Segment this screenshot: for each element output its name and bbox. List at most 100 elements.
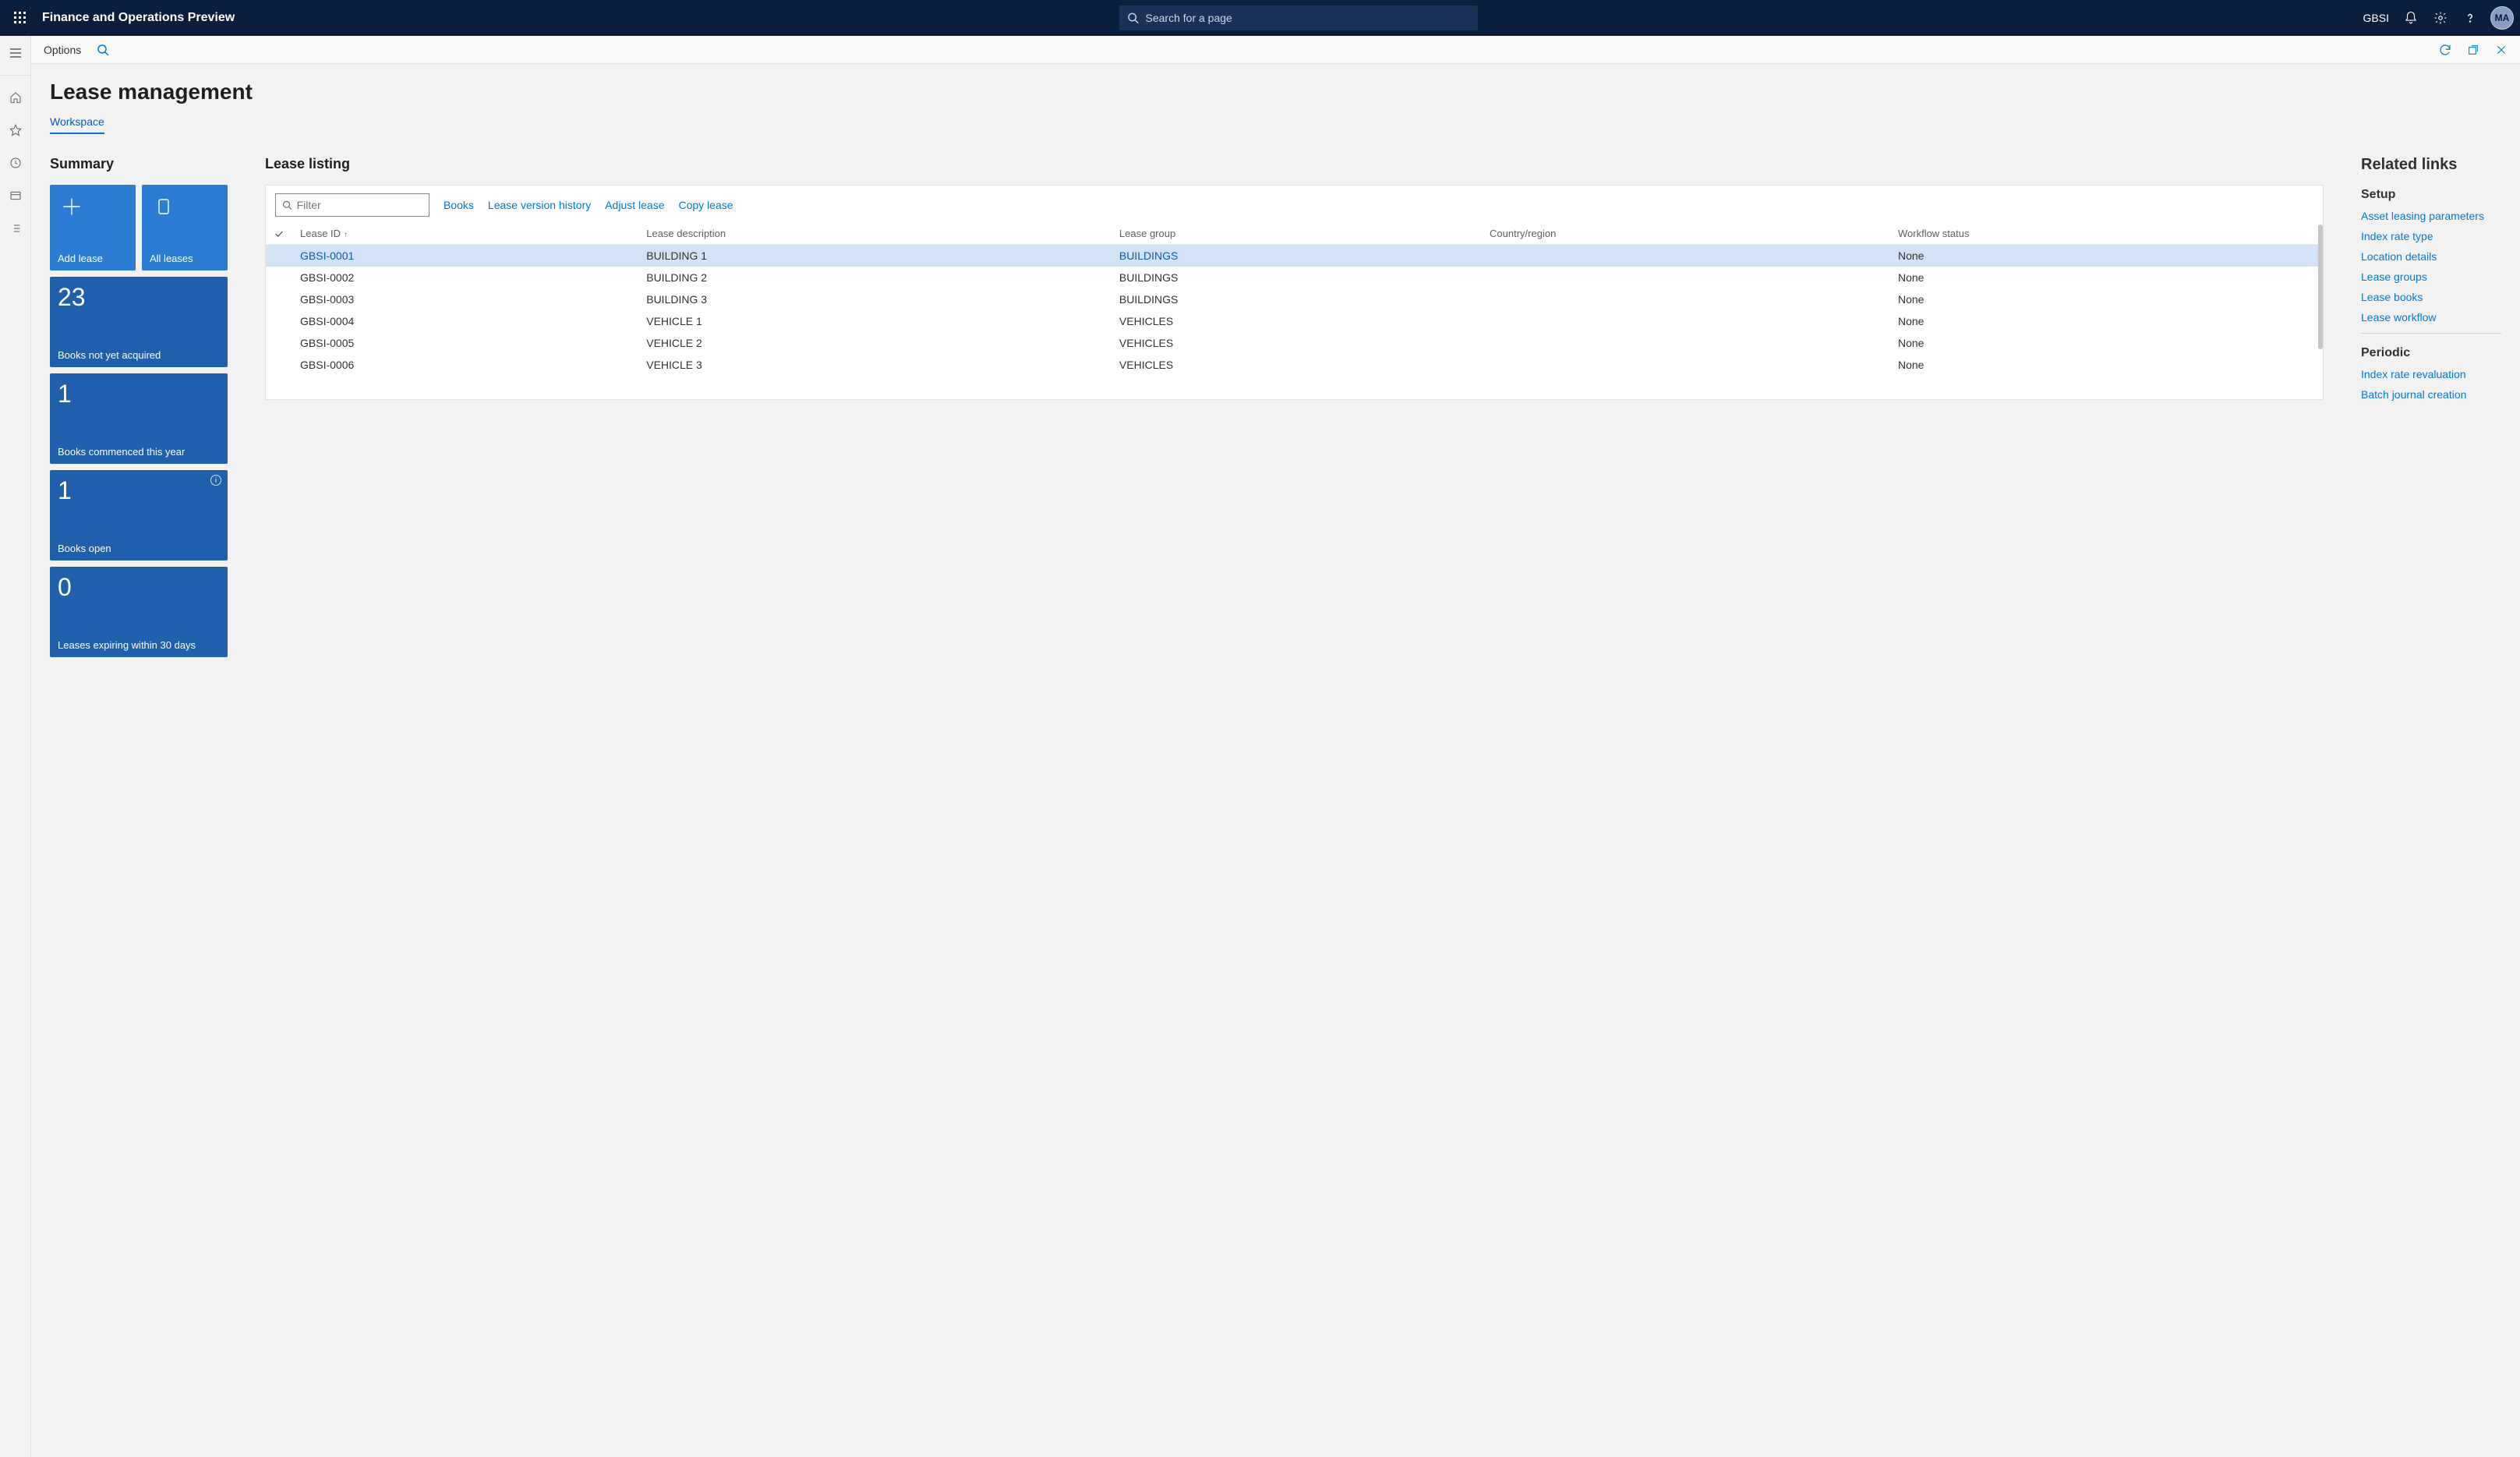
cell-description: VEHICLE 3 — [638, 354, 1112, 376]
tile-books-open[interactable]: i 1 Books open — [50, 470, 228, 561]
bell-icon — [2404, 11, 2418, 25]
app-launcher-button[interactable] — [6, 4, 34, 32]
refresh-icon — [2438, 43, 2452, 57]
related-link[interactable]: Lease books — [2361, 291, 2501, 303]
column-workflow[interactable]: Workflow status — [1890, 223, 2323, 245]
gear-icon — [2433, 11, 2448, 25]
tile-label: Books commenced this year — [58, 446, 220, 458]
cell-group: VEHICLES — [1112, 354, 1482, 376]
column-country[interactable]: Country/region — [1482, 223, 1890, 245]
action-adjust-lease[interactable]: Adjust lease — [605, 199, 664, 211]
cell-country — [1482, 245, 1890, 267]
page-title: Lease management — [50, 80, 2501, 104]
cell-lease-id[interactable]: GBSI-0005 — [292, 332, 638, 354]
product-brand: Finance and Operations Preview — [42, 11, 235, 25]
column-lease-id[interactable]: Lease ID↑ — [292, 223, 638, 245]
cell-country — [1482, 354, 1890, 376]
cell-group: VEHICLES — [1112, 310, 1482, 332]
cell-description: BUILDING 2 — [638, 267, 1112, 288]
related-link[interactable]: Index rate revaluation — [2361, 368, 2501, 380]
column-description[interactable]: Lease description — [638, 223, 1112, 245]
lease-grid: Lease ID↑ Lease description Lease group … — [266, 223, 2323, 376]
column-group[interactable]: Lease group — [1112, 223, 1482, 245]
cell-group: VEHICLES — [1112, 332, 1482, 354]
notifications-button[interactable] — [2398, 5, 2423, 30]
nav-workspaces[interactable] — [3, 183, 28, 208]
related-links-title: Related links — [2361, 156, 2501, 174]
cell-workflow: None — [1890, 354, 2323, 376]
search-icon — [97, 44, 109, 56]
related-links-panel: Related links Setup Asset leasing parame… — [2361, 156, 2501, 657]
related-link[interactable]: Lease groups — [2361, 271, 2501, 283]
tile-books-commenced[interactable]: 1 Books commenced this year — [50, 373, 228, 464]
cell-country — [1482, 288, 1890, 310]
action-copy-lease[interactable]: Copy lease — [679, 199, 733, 211]
related-link[interactable]: Location details — [2361, 250, 2501, 263]
plus-icon — [58, 193, 86, 221]
nav-recents[interactable] — [3, 150, 28, 175]
checkmark-icon — [274, 228, 285, 239]
help-icon — [2463, 11, 2477, 25]
tab-workspace[interactable]: Workspace — [50, 115, 104, 134]
table-row[interactable]: GBSI-0003BUILDING 3BUILDINGSNone — [266, 288, 2323, 310]
filter-box[interactable] — [275, 193, 429, 217]
lease-listing-panel: Books Lease version history Adjust lease… — [265, 185, 2324, 400]
column-select-all[interactable] — [266, 223, 292, 245]
user-avatar[interactable]: MA — [2490, 6, 2514, 30]
modules-icon — [9, 222, 22, 235]
table-row[interactable]: GBSI-0006VEHICLE 3VEHICLES None — [266, 354, 2323, 376]
cell-group: BUILDINGS — [1112, 245, 1482, 267]
filter-input[interactable] — [297, 199, 422, 211]
table-row[interactable]: GBSI-0002BUILDING 2BUILDINGS None — [266, 267, 2323, 288]
waffle-icon — [14, 12, 27, 24]
popout-button[interactable] — [2462, 39, 2484, 61]
cell-description: VEHICLE 2 — [638, 332, 1112, 354]
nav-modules[interactable] — [3, 216, 28, 241]
tile-books-not-acquired[interactable]: 23 Books not yet acquired — [50, 277, 228, 367]
info-icon[interactable]: i — [210, 475, 221, 486]
global-search[interactable] — [1119, 5, 1478, 30]
tile-add-lease[interactable]: Add lease — [50, 185, 136, 271]
nav-favorites[interactable] — [3, 118, 28, 143]
cell-group: BUILDINGS — [1112, 267, 1482, 288]
action-search-button[interactable] — [92, 39, 114, 61]
related-link[interactable]: Lease workflow — [2361, 311, 2501, 324]
related-link[interactable]: Index rate type — [2361, 230, 2501, 242]
star-icon — [9, 124, 22, 136]
cell-lease-id[interactable]: GBSI-0001 — [292, 245, 638, 267]
action-books[interactable]: Books — [444, 199, 474, 211]
global-search-input[interactable] — [1146, 12, 1471, 24]
related-link[interactable]: Asset leasing parameters — [2361, 210, 2501, 222]
cell-lease-id[interactable]: GBSI-0006 — [292, 354, 638, 376]
scrollbar-thumb[interactable] — [2318, 225, 2323, 349]
tile-label: Leases expiring within 30 days — [58, 639, 220, 651]
table-row[interactable]: GBSI-0004VEHICLE 1VEHICLESNone — [266, 310, 2323, 332]
cell-lease-id[interactable]: GBSI-0002 — [292, 267, 638, 288]
close-button[interactable] — [2490, 39, 2512, 61]
close-icon — [2495, 44, 2508, 56]
cell-country — [1482, 267, 1890, 288]
tile-label: Add lease — [58, 253, 128, 264]
tile-leases-expiring[interactable]: 0 Leases expiring within 30 days — [50, 567, 228, 657]
refresh-button[interactable] — [2434, 39, 2456, 61]
cell-lease-id[interactable]: GBSI-0004 — [292, 310, 638, 332]
nav-home[interactable] — [3, 85, 28, 110]
tile-count: 1 — [58, 381, 220, 406]
table-row[interactable]: GBSI-0001BUILDING 1BUILDINGSNone — [266, 245, 2323, 267]
tile-label: Books open — [58, 543, 220, 554]
related-link[interactable]: Batch journal creation — [2361, 388, 2501, 401]
tile-all-leases[interactable]: All leases — [142, 185, 228, 271]
summary-heading: Summary — [50, 156, 228, 172]
options-menu[interactable]: Options — [39, 41, 86, 59]
cell-group: BUILDINGS — [1112, 288, 1482, 310]
help-button[interactable] — [2458, 5, 2483, 30]
company-code[interactable]: GBSI — [2363, 12, 2389, 24]
cell-workflow: None — [1890, 288, 2323, 310]
action-version-history[interactable]: Lease version history — [488, 199, 591, 211]
nav-toggle-button[interactable] — [3, 41, 28, 65]
settings-button[interactable] — [2428, 5, 2453, 30]
table-row[interactable]: GBSI-0005VEHICLE 2VEHICLESNone — [266, 332, 2323, 354]
cell-workflow: None — [1890, 267, 2323, 288]
listing-heading: Lease listing — [265, 156, 2324, 172]
cell-lease-id[interactable]: GBSI-0003 — [292, 288, 638, 310]
